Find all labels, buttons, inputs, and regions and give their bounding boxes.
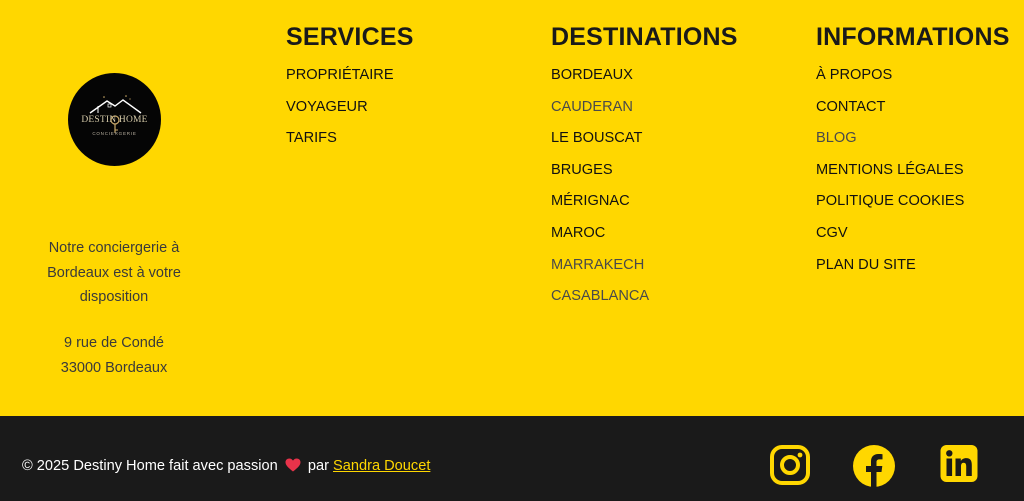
instagram-icon — [770, 445, 810, 485]
destinations-heading: DESTINATIONS — [551, 23, 738, 51]
services-column: SERVICES PROPRIÉTAIRE VOYAGEUR TARIFS — [286, 22, 414, 160]
informations-link-politique-cookies[interactable]: POLITIQUE COOKIES — [816, 191, 1010, 223]
informations-column: INFORMATIONS À PROPOS CONTACT BLOG MENTI… — [816, 22, 1010, 286]
by-text: par — [307, 458, 329, 474]
brand-address: 9 rue de Condé 33000 Bordeaux — [30, 331, 198, 380]
destinations-column: DESTINATIONS BORDEAUX CAUDERAN LE BOUSCA… — [551, 22, 738, 318]
brand-description: Notre conciergerie à Bordeaux est à votr… — [47, 240, 181, 305]
destinations-link-cauderan[interactable]: CAUDERAN — [551, 97, 738, 129]
destinations-link-casablanca[interactable]: CASABLANCA — [551, 286, 738, 318]
linkedin-icon — [940, 445, 978, 482]
author-link[interactable]: Sandra Doucet — [333, 458, 430, 474]
destinations-link-marrakech[interactable]: MARRAKECH — [551, 255, 738, 287]
informations-link-a-propos[interactable]: À PROPOS — [816, 65, 1010, 97]
copyright-line: © 2025 Destiny Home fait avec passion pa… — [22, 456, 430, 478]
facebook-icon — [853, 445, 895, 487]
site-logo[interactable]: DESTIN HOME CONCIERGERIE — [68, 73, 161, 166]
destinations-link-bruges[interactable]: BRUGES — [551, 160, 738, 192]
address-street: 9 rue de Condé — [64, 335, 164, 351]
instagram-link[interactable] — [769, 444, 811, 486]
informations-link-mentions-legales[interactable]: MENTIONS LÉGALES — [816, 160, 1010, 192]
services-link-proprietaire[interactable]: PROPRIÉTAIRE — [286, 65, 414, 97]
informations-link-plan-du-site[interactable]: PLAN DU SITE — [816, 255, 1010, 287]
facebook-link[interactable] — [852, 444, 896, 488]
informations-list: À PROPOS CONTACT BLOG MENTIONS LÉGALES P… — [816, 65, 1010, 286]
destinations-link-merignac[interactable]: MÉRIGNAC — [551, 191, 738, 223]
services-heading: SERVICES — [286, 23, 414, 51]
copyright-text: © 2025 Destiny Home fait avec passion — [22, 458, 278, 474]
destinations-list: BORDEAUX CAUDERAN LE BOUSCAT BRUGES MÉRI… — [551, 65, 738, 318]
address-city: 33000 Bordeaux — [60, 359, 168, 376]
informations-link-contact[interactable]: CONTACT — [816, 97, 1010, 129]
destinations-link-maroc[interactable]: MAROC — [551, 223, 738, 255]
footer-bottom-bar: © 2025 Destiny Home fait avec passion pa… — [0, 416, 1024, 501]
destinations-link-le-bouscat[interactable]: LE BOUSCAT — [551, 128, 738, 160]
footer-main: DESTIN HOME CONCIERGERIE Notre concierge… — [0, 0, 1024, 416]
services-list: PROPRIÉTAIRE VOYAGEUR TARIFS — [286, 65, 414, 160]
brand-block: DESTIN HOME CONCIERGERIE Notre concierge… — [0, 0, 228, 416]
heart-icon — [285, 458, 301, 478]
services-link-voyageur[interactable]: VOYAGEUR — [286, 97, 414, 129]
logo-title: DESTIN HOME — [81, 115, 148, 125]
informations-link-cgv[interactable]: CGV — [816, 223, 1010, 255]
linkedin-link[interactable] — [940, 444, 978, 484]
informations-heading: INFORMATIONS — [816, 23, 1010, 51]
informations-link-blog[interactable]: BLOG — [816, 128, 1010, 160]
logo-subtitle: CONCIERGERIE — [92, 131, 137, 136]
services-link-tarifs[interactable]: TARIFS — [286, 128, 414, 160]
destinations-link-bordeaux[interactable]: BORDEAUX — [551, 65, 738, 97]
